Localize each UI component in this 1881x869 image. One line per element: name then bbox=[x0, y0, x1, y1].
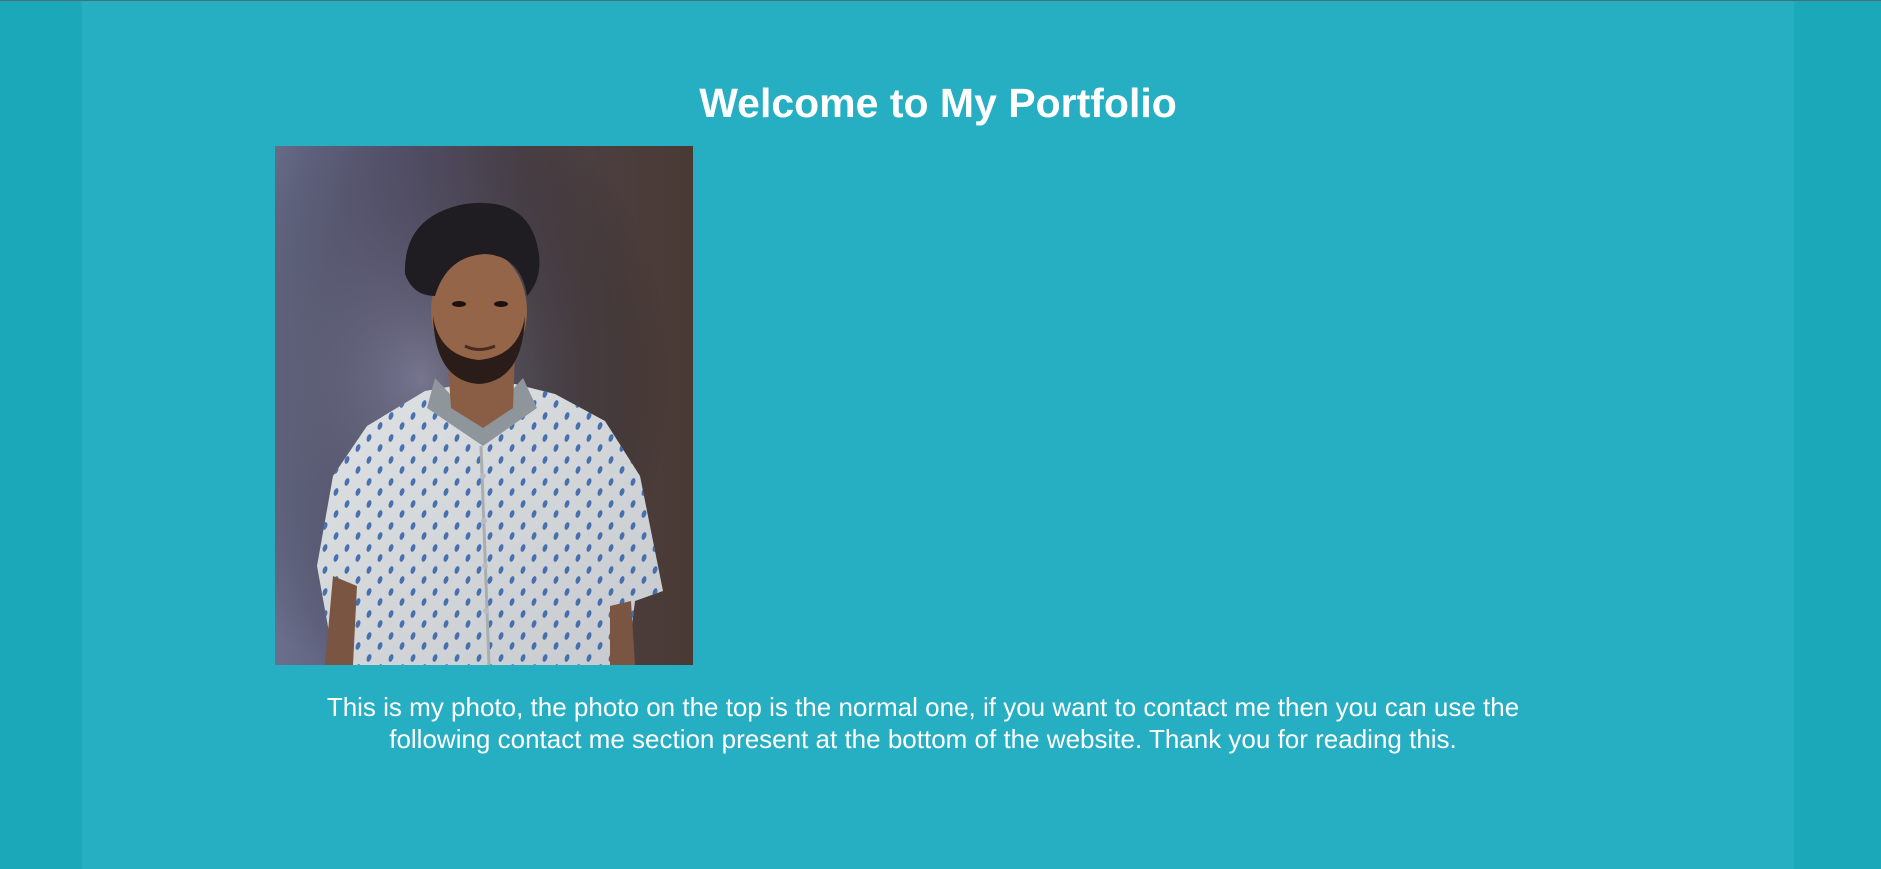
profile-photo bbox=[275, 146, 693, 665]
page-title: Welcome to My Portfolio bbox=[699, 80, 1177, 126]
profile-photo-icon bbox=[275, 146, 693, 665]
photo-caption: This is my photo, the photo on the top i… bbox=[326, 692, 1520, 754]
main-container: Welcome to My Portfolio This is my photo… bbox=[82, 1, 1794, 869]
